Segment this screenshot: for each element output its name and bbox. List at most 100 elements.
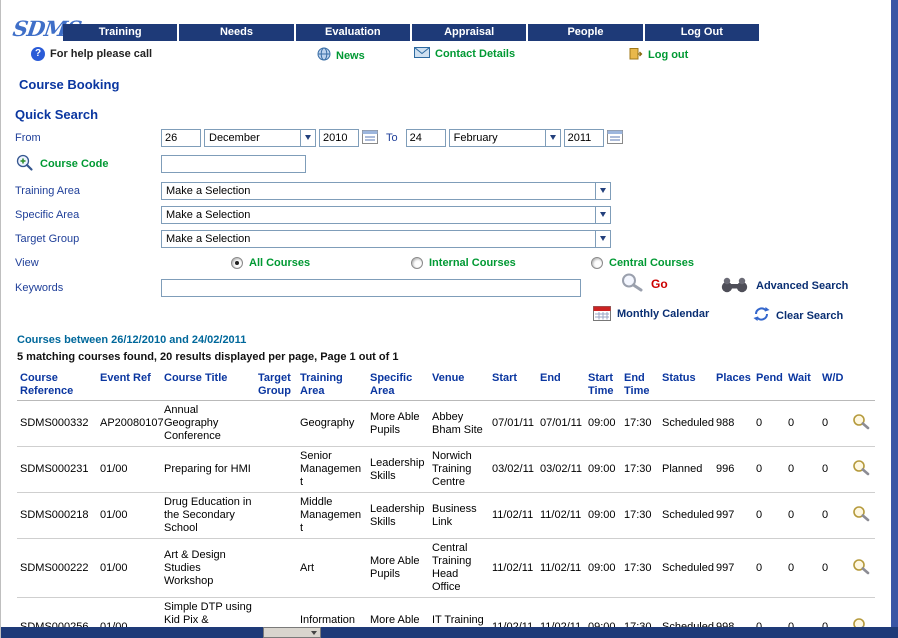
- internal-courses-label: Internal Courses: [429, 256, 516, 269]
- cell-target_group: [255, 538, 297, 598]
- radio-internal-courses[interactable]: Internal Courses: [411, 256, 591, 269]
- quick-search-form: From December To February: [15, 128, 694, 302]
- cell-event_ref: 01/00: [97, 492, 161, 539]
- cell-end_time: 17:30: [621, 538, 659, 598]
- results-range-title: Courses between 26/12/2010 and 24/02/201…: [17, 334, 247, 346]
- go-magnifier-icon: [619, 272, 645, 295]
- results-table: Course Reference Event Ref Course Title Tar…: [17, 370, 875, 638]
- radio-central-courses[interactable]: Central Courses: [591, 256, 771, 269]
- chevron-down-icon[interactable]: [544, 129, 560, 146]
- news-link[interactable]: News: [317, 47, 365, 64]
- to-label: To: [386, 131, 398, 144]
- contact-details-link[interactable]: Contact Details: [414, 47, 515, 61]
- course-code-label: Course Code: [40, 158, 109, 170]
- col-header-places: Places: [713, 370, 753, 401]
- binoculars-icon: [719, 276, 750, 296]
- keywords-label: Keywords: [15, 281, 64, 294]
- specific-area-value: Make a Selection: [166, 208, 251, 221]
- cell-status: Planned: [659, 446, 713, 493]
- cell-training_area: Geography: [297, 400, 367, 447]
- nav-tab-appraisal[interactable]: Appraisal: [411, 24, 527, 41]
- nav-tab-evaluation[interactable]: Evaluation: [295, 24, 410, 41]
- target-group-value: Make a Selection: [166, 232, 251, 245]
- cell-pend: 0: [753, 538, 785, 598]
- cell-places: 997: [713, 492, 753, 539]
- nav-tab-logout[interactable]: Log Out: [644, 24, 759, 41]
- from-month-select[interactable]: December: [204, 128, 316, 147]
- magnifier-icon: [853, 506, 870, 522]
- cell-venue: Business Link: [429, 492, 489, 539]
- nav-tab-needs[interactable]: Needs: [179, 24, 294, 41]
- course-code-input[interactable]: [161, 155, 306, 173]
- cell-course_reference: SDMS000222: [17, 538, 97, 598]
- col-header-wait: Wait: [785, 370, 819, 401]
- course-code-row: Course Code: [15, 152, 675, 176]
- view-course-button[interactable]: [847, 446, 875, 493]
- cell-start: 11/02/11: [489, 538, 537, 598]
- from-month-value: December: [209, 131, 260, 144]
- view-row: View All Courses Internal Courses Centra…: [15, 253, 694, 272]
- course-row: SDMS000231 01/00 Preparing for HMI Senior M…: [17, 446, 875, 493]
- zoom-plus-icon[interactable]: [15, 153, 36, 175]
- view-course-button[interactable]: [847, 400, 875, 447]
- cell-wait: 0: [785, 538, 819, 598]
- specific-area-row: Specific Area Make a Selection: [15, 205, 675, 224]
- bottom-bar: [1, 627, 898, 638]
- from-day-input[interactable]: [161, 128, 201, 147]
- training-area-select[interactable]: Make a Selection: [161, 181, 611, 200]
- view-course-button[interactable]: [847, 492, 875, 539]
- clear-search-label: Clear Search: [776, 309, 844, 322]
- chevron-down-icon[interactable]: [595, 182, 610, 199]
- keywords-input[interactable]: [161, 278, 581, 297]
- quick-search-title: Quick Search: [15, 107, 99, 122]
- specific-area-select[interactable]: Make a Selection: [161, 205, 611, 224]
- from-label: From: [15, 131, 41, 144]
- from-calendar-icon[interactable]: [362, 129, 378, 147]
- to-day-input[interactable]: [405, 128, 446, 147]
- view-label: View: [15, 256, 39, 269]
- cell-wait: 0: [785, 400, 819, 447]
- to-month-select[interactable]: February: [448, 128, 561, 147]
- results-section: Courses between 26/12/2010 and 24/02/201…: [17, 334, 875, 638]
- cell-training_area: Middle Management: [297, 492, 367, 539]
- news-globe-icon: [317, 47, 331, 64]
- target-group-select[interactable]: Make a Selection: [161, 229, 611, 248]
- monthly-calendar-icon: [593, 304, 611, 324]
- training-area-label: Training Area: [15, 184, 81, 197]
- advanced-search-button[interactable]: Advanced Search: [719, 276, 848, 296]
- target-group-label: Target Group: [15, 232, 80, 245]
- cell-wd: 0: [819, 538, 847, 598]
- cell-pend: 0: [753, 446, 785, 493]
- help-text: For help please call: [50, 48, 153, 60]
- to-year-input[interactable]: [563, 128, 604, 147]
- clear-search-button[interactable]: Clear Search: [753, 306, 843, 325]
- to-calendar-icon[interactable]: [606, 129, 623, 147]
- nav-tab-people[interactable]: People: [528, 24, 643, 41]
- cell-event_ref: 01/00: [97, 446, 161, 493]
- cell-wd: 0: [819, 492, 847, 539]
- training-area-value: Make a Selection: [166, 184, 251, 197]
- col-header-view: [847, 370, 875, 401]
- radio-all-courses[interactable]: All Courses: [231, 256, 411, 269]
- cell-end: 07/01/11: [537, 400, 585, 447]
- col-header-event_ref: Event Ref: [97, 370, 161, 401]
- col-header-course_title: Course Title: [161, 370, 255, 401]
- cell-course_reference: SDMS000332: [17, 400, 97, 447]
- col-header-training_area: Training Area: [297, 370, 367, 401]
- monthly-calendar-button[interactable]: Monthly Calendar: [593, 304, 709, 324]
- view-course-button[interactable]: [847, 538, 875, 598]
- cell-venue: Abbey Bham Site: [429, 400, 489, 447]
- logout-link[interactable]: Log out: [629, 47, 688, 63]
- specific-area-label: Specific Area: [15, 208, 80, 221]
- cell-places: 988: [713, 400, 753, 447]
- chevron-down-icon[interactable]: [595, 230, 610, 247]
- go-button[interactable]: Go: [619, 272, 668, 295]
- chevron-down-icon[interactable]: [595, 206, 610, 223]
- nav-tab-training[interactable]: Training: [63, 24, 178, 41]
- table-header-row: Course Reference Event Ref Course Title Tar…: [17, 370, 875, 401]
- from-year-input[interactable]: [319, 128, 359, 147]
- chevron-down-icon[interactable]: [300, 129, 315, 146]
- cell-end: 11/02/11: [537, 492, 585, 539]
- cell-start_time: 09:00: [585, 492, 621, 539]
- cell-target_group: [255, 400, 297, 447]
